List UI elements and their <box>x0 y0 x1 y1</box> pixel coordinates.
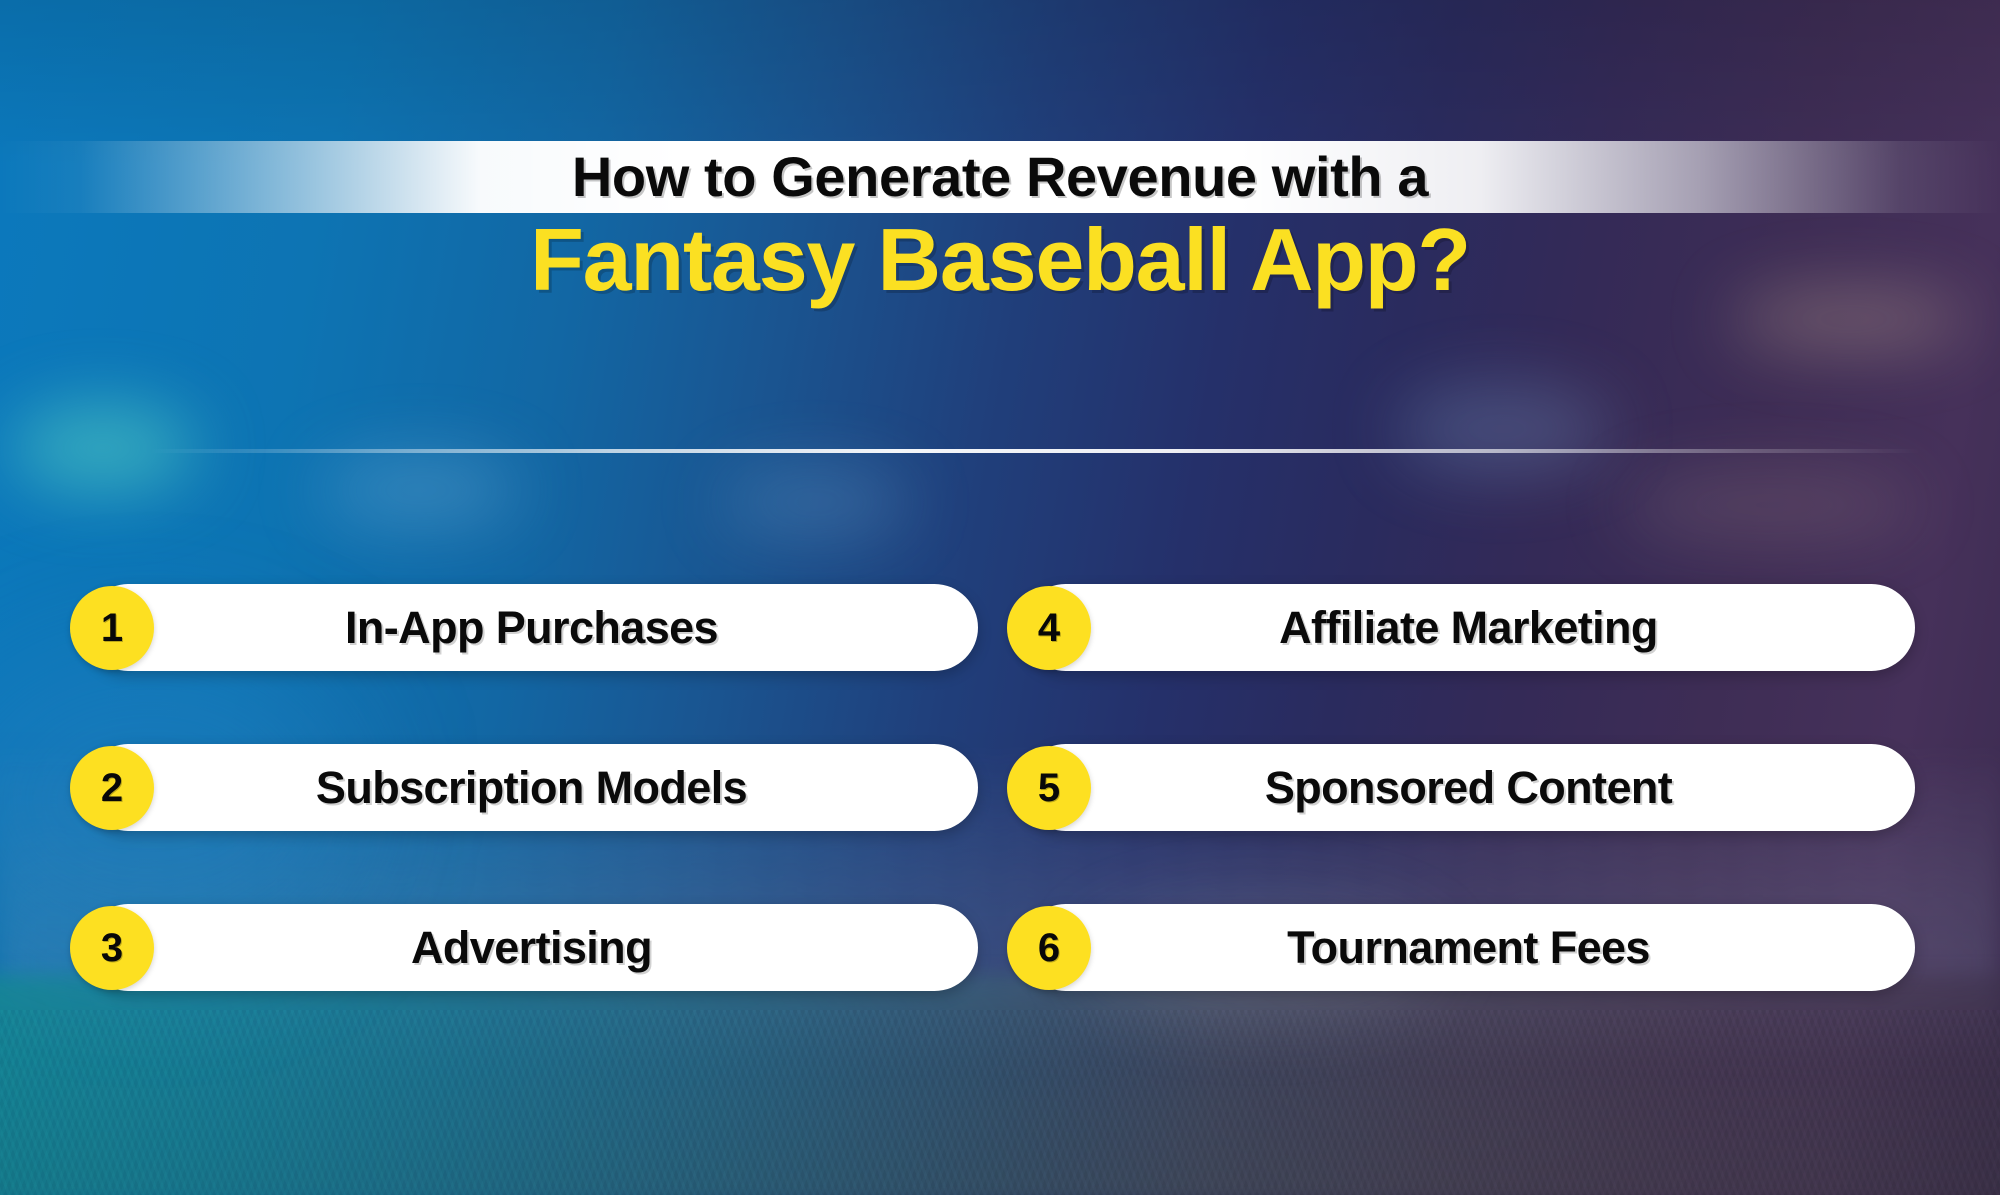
number-badge: 3 <box>70 905 154 990</box>
number-badge-text: 4 <box>1037 605 1061 650</box>
revenue-method-pill[interactable]: 2 Subscription Models <box>70 744 978 831</box>
revenue-method-pill[interactable]: 5 Sponsored Content <box>1007 744 1915 831</box>
revenue-methods-grid: 1 In-App Purchases 4 Affiliate Marketing 2 Su… <box>70 584 1915 991</box>
revenue-method-pill[interactable]: 1 In-App Purchases <box>70 584 978 671</box>
revenue-method-pill[interactable]: 6 Tournament Fees <box>1007 904 1915 991</box>
number-badge-text: 6 <box>1037 925 1061 970</box>
number-badge: 5 <box>1007 745 1091 830</box>
revenue-method-label: Advertising <box>411 922 653 973</box>
revenue-method-label: Affiliate Marketing <box>1279 602 1658 653</box>
revenue-method-pill[interactable]: 4 Affiliate Marketing <box>1007 584 1915 671</box>
number-badge: 4 <box>1007 585 1091 670</box>
number-badge: 2 <box>70 745 154 830</box>
headline: Fantasy Baseball App? <box>0 205 2000 315</box>
number-badge-text: 5 <box>1037 765 1061 810</box>
banner-title-text: How to Generate Revenue with a <box>571 145 1429 208</box>
revenue-method-label: Sponsored Content <box>1264 762 1673 813</box>
revenue-method-label: In-App Purchases <box>345 602 719 653</box>
title-banner: How to Generate Revenue with a <box>0 141 2000 213</box>
revenue-method-label: Subscription Models <box>315 762 748 813</box>
revenue-method-label: Tournament Fees <box>1287 922 1650 973</box>
number-badge-text: 1 <box>100 605 124 650</box>
number-badge: 6 <box>1007 905 1091 990</box>
horizontal-divider <box>150 449 1920 453</box>
number-badge: 1 <box>70 585 154 670</box>
number-badge-text: 3 <box>100 925 124 970</box>
number-badge-text: 2 <box>100 765 124 810</box>
headline-text: Fantasy Baseball App? <box>530 210 1471 309</box>
infographic-canvas: How to Generate Revenue with a Fantasy B… <box>0 0 2000 1195</box>
revenue-method-pill[interactable]: 3 Advertising <box>70 904 978 991</box>
